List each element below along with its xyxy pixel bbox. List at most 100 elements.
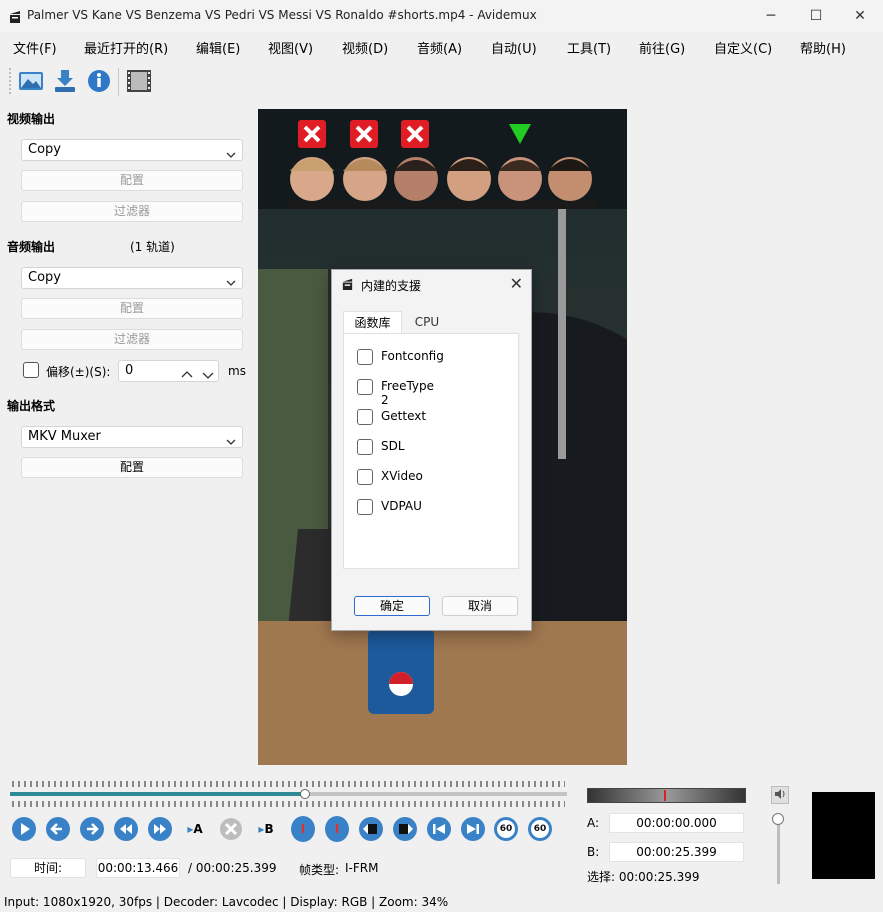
fontconfig-checkbox[interactable]	[357, 349, 373, 365]
mute-button[interactable]	[771, 786, 789, 804]
volume-meter	[587, 788, 746, 803]
timeline-track[interactable]	[10, 792, 567, 796]
ok-button[interactable]: 确定	[354, 596, 430, 616]
menu-tools[interactable]: 工具(T)	[567, 38, 611, 57]
play-button[interactable]	[11, 816, 37, 842]
cancel-button[interactable]: 取消	[442, 596, 518, 616]
audio-configure-button[interactable]: 配置	[21, 298, 243, 319]
dialog-title: 内建的支援	[361, 279, 422, 293]
open-video-icon	[18, 69, 44, 96]
vdpau-checkbox[interactable]	[357, 499, 373, 515]
video-codec-value: Copy	[28, 142, 61, 157]
next-intra-button[interactable]: I	[325, 816, 349, 842]
chevron-up-icon[interactable]	[181, 366, 193, 386]
xvideo-label: XVideo	[381, 469, 423, 483]
audio-track-count: (1 轨道)	[130, 240, 175, 254]
open-video-button[interactable]	[17, 68, 45, 96]
next-frame-button[interactable]	[79, 816, 105, 842]
menu-auto[interactable]: 自动(U)	[491, 38, 537, 57]
mini-preview	[812, 792, 875, 879]
film-strip-icon	[126, 69, 152, 96]
video-filters-button[interactable]: 过滤器	[21, 201, 243, 222]
menu-go[interactable]: 前往(G)	[639, 38, 685, 57]
avidemux-app-icon	[8, 8, 22, 24]
window-title: Palmer VS Kane VS Benzema VS Pedri VS Me…	[27, 8, 537, 22]
marker-a-field[interactable]: 00:00:00.000	[609, 813, 744, 833]
menu-video[interactable]: 视频(D)	[342, 38, 388, 57]
marker-a-label: A:	[587, 816, 600, 830]
chevron-down-icon[interactable]	[202, 367, 214, 387]
previous-intra-text: I	[300, 822, 306, 836]
clear-markers-button[interactable]	[218, 816, 244, 842]
back-one-minute-button[interactable]: 60	[494, 817, 518, 841]
video-output-title: 视频输出	[7, 112, 56, 126]
gettext-checkbox[interactable]	[357, 409, 373, 425]
marker-b-field[interactable]: 00:00:25.399	[609, 842, 744, 862]
go-to-end-button[interactable]	[460, 816, 486, 842]
gettext-label: Gettext	[381, 409, 427, 423]
tab-libraries[interactable]: 函数库	[343, 311, 402, 333]
film-strip-button[interactable]	[125, 68, 153, 96]
previous-black-frame-button[interactable]	[358, 816, 384, 842]
previous-intra-button[interactable]: I	[291, 816, 315, 842]
output-format-title: 输出格式	[7, 399, 56, 413]
next-black-frame-button[interactable]	[392, 816, 418, 842]
muxer-select[interactable]: MKV Muxer	[21, 426, 243, 448]
close-window-button[interactable]: ✕	[837, 0, 883, 32]
volume-slider-handle[interactable]	[772, 813, 784, 825]
mark-red-3	[401, 120, 429, 148]
video-configure-button[interactable]: 配置	[21, 170, 243, 191]
menu-file[interactable]: 文件(F)	[13, 38, 57, 57]
toolbar-separator	[118, 68, 119, 96]
audio-shift-spinbox[interactable]: 0	[118, 360, 219, 382]
freetype-checkbox[interactable]	[357, 379, 373, 395]
go-to-start-button[interactable]	[426, 816, 452, 842]
volume-slider-track[interactable]	[777, 820, 780, 884]
mark-red-1	[298, 120, 326, 148]
menu-audio[interactable]: 音频(A)	[417, 38, 462, 57]
marker-b-text: B	[264, 822, 274, 836]
next-intra-text: I	[334, 822, 340, 836]
audio-shift-checkbox[interactable]	[23, 362, 39, 378]
maximize-button[interactable]: ☐	[793, 0, 839, 32]
timeline-slider-handle[interactable]	[300, 789, 311, 799]
builtin-support-dialog: 内建的支援 ✕ 函数库 CPU Fontconfig FreeType 2 Ge…	[331, 269, 532, 631]
status-bar: Input: 1080x1920, 30fps | Decoder: Lavco…	[4, 895, 449, 909]
forward-one-minute-button[interactable]: 60	[528, 817, 552, 841]
marker-b-label: B:	[587, 845, 600, 859]
previous-frame-button[interactable]	[45, 816, 71, 842]
minimize-button[interactable]: ─	[748, 0, 794, 32]
save-video-button[interactable]	[51, 68, 79, 96]
next-keyframe-button[interactable]	[147, 816, 173, 842]
properties-button[interactable]	[85, 68, 113, 96]
frame-type-value: I-FRM	[345, 861, 379, 875]
forward-one-minute-text: 60	[531, 820, 549, 838]
xvideo-checkbox[interactable]	[357, 469, 373, 485]
audio-filters-button[interactable]: 过滤器	[21, 329, 243, 350]
menu-custom[interactable]: 自定义(C)	[714, 38, 772, 57]
previous-keyframe-button[interactable]	[113, 816, 139, 842]
save-video-icon	[52, 68, 78, 97]
audio-shift-value: 0	[125, 363, 134, 378]
menu-recent[interactable]: 最近打开的(R)	[84, 38, 168, 57]
set-marker-b-button[interactable]: ▸ B	[252, 818, 280, 840]
menu-edit[interactable]: 编辑(E)	[196, 38, 240, 57]
speaker-icon	[774, 788, 786, 803]
freetype-label: FreeType 2	[381, 379, 435, 407]
menu-view[interactable]: 视图(V)	[268, 38, 313, 57]
video-codec-select[interactable]: Copy	[21, 139, 243, 161]
sdl-checkbox[interactable]	[357, 439, 373, 455]
tab-cpu[interactable]: CPU	[404, 311, 450, 333]
set-marker-a-button[interactable]: ▸ A	[181, 818, 209, 840]
toolbar-grip	[9, 68, 11, 96]
muxer-configure-button[interactable]: 配置	[21, 457, 243, 478]
marker-a-text: A	[193, 822, 203, 836]
audio-codec-select[interactable]: Copy	[21, 267, 243, 289]
timeline-progress	[10, 792, 306, 796]
menu-help[interactable]: 帮助(H)	[800, 38, 846, 57]
mark-red-2	[350, 120, 378, 148]
dialog-close-button[interactable]: ✕	[510, 274, 523, 293]
vdpau-label: VDPAU	[381, 499, 422, 513]
current-time-field[interactable]: 00:00:13.466	[96, 858, 180, 878]
properties-info-icon	[86, 68, 112, 97]
